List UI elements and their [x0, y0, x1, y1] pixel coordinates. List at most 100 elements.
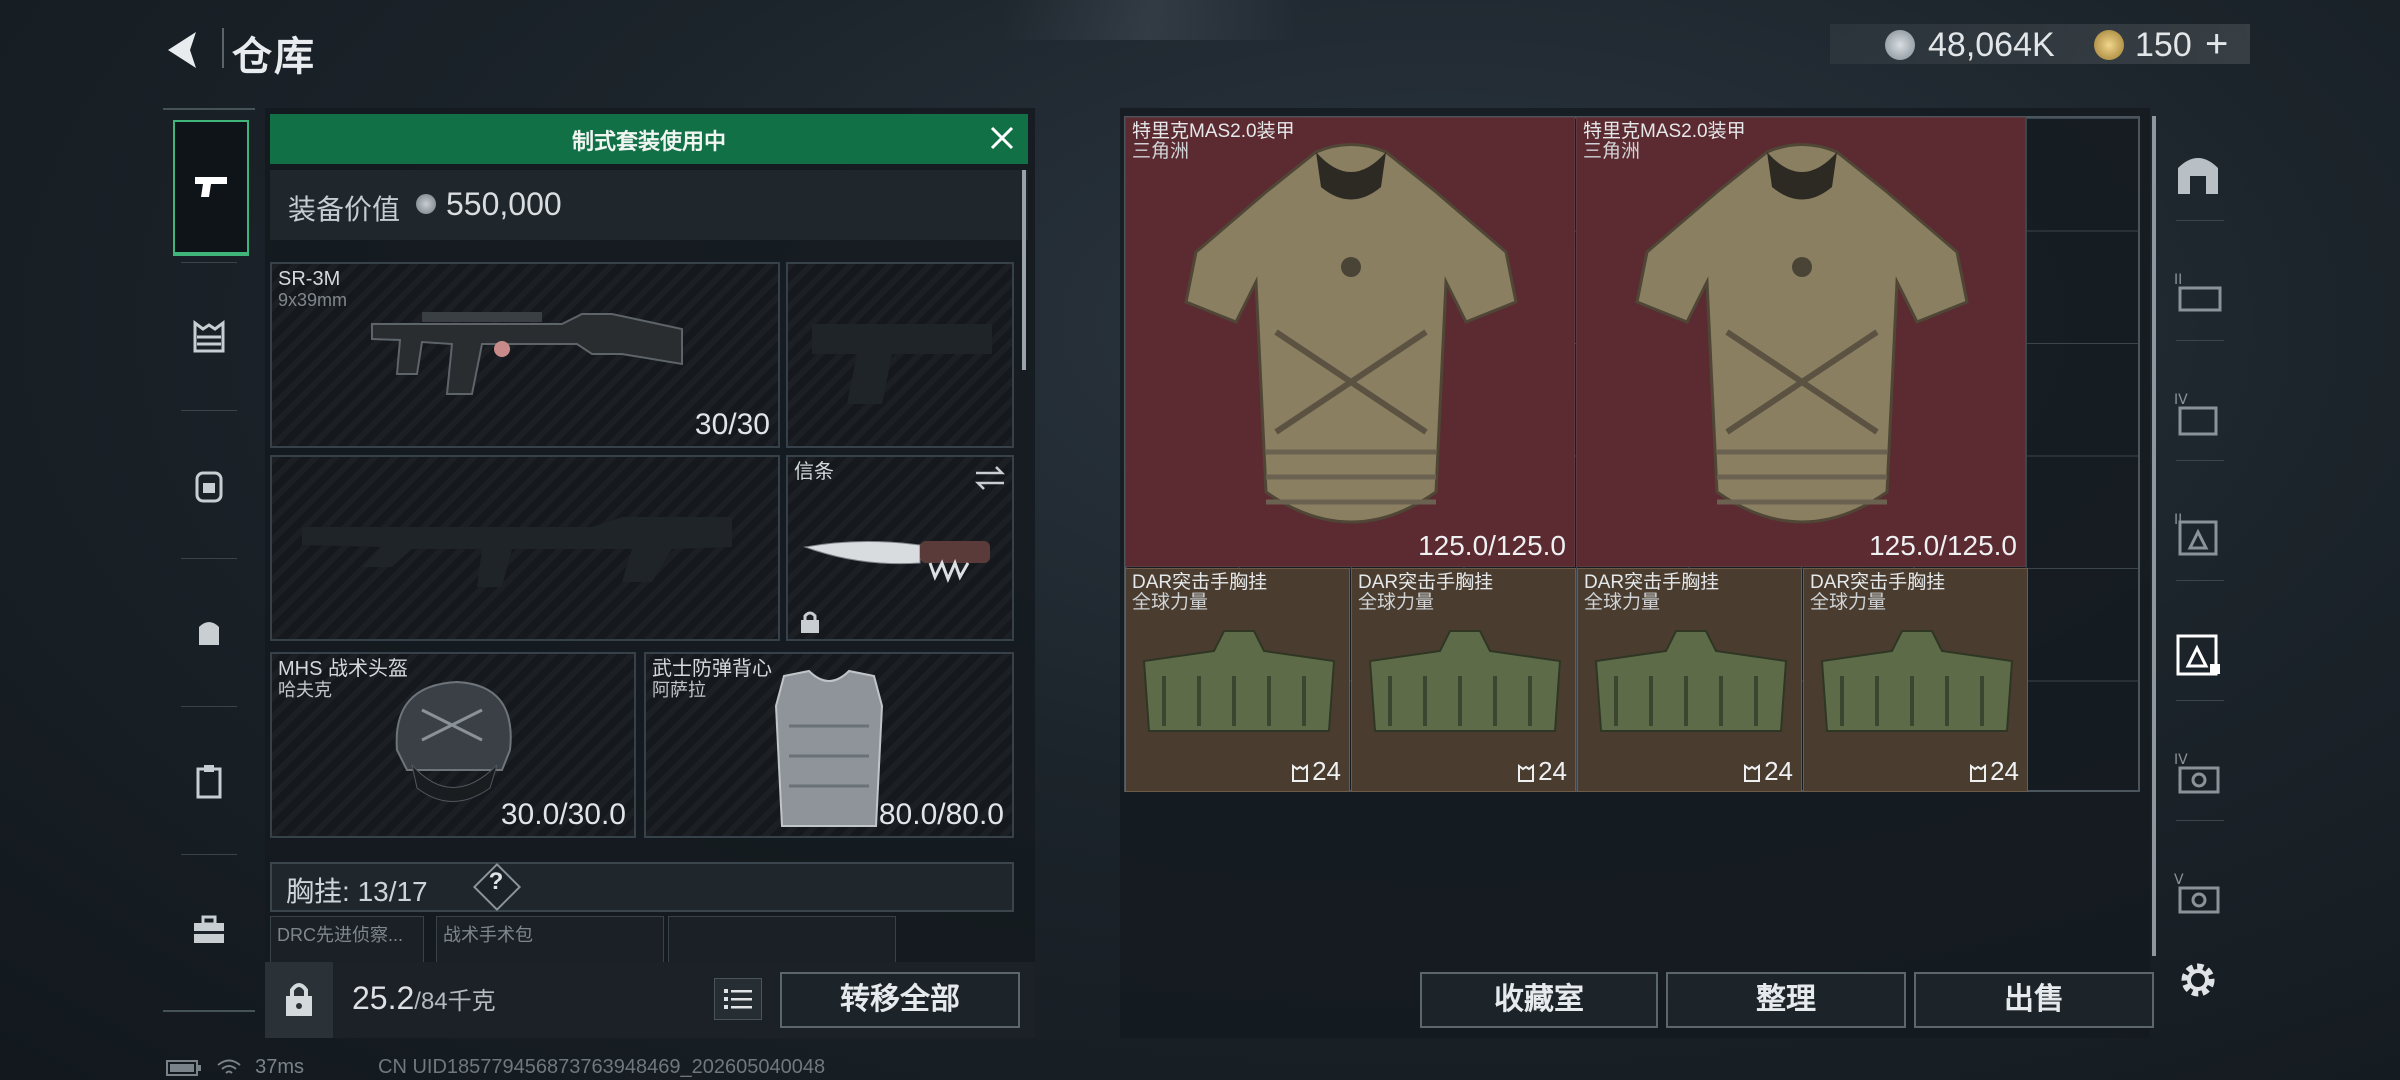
currency-primary: 48,064K — [1928, 26, 2055, 64]
tab-divider — [181, 558, 237, 559]
tab-pouch[interactable] — [173, 568, 245, 698]
melee-name: 信条 — [794, 461, 834, 483]
capacity-icon — [1518, 764, 1535, 783]
melee-slot[interactable]: 信条 — [786, 455, 1014, 641]
item-brand: 全球力量 — [1810, 592, 1887, 613]
settings-gear-icon[interactable] — [2172, 954, 2224, 1006]
preset-banner-text: 制式套装使用中 — [571, 129, 726, 154]
swap-icon[interactable] — [974, 465, 1006, 491]
pouch-slot[interactable]: DRC先进侦察... — [270, 916, 424, 966]
rig-image — [1820, 630, 2014, 732]
sell-button[interactable]: 出售 — [1914, 972, 2154, 1028]
coin-icon — [416, 194, 436, 214]
pouch-slot[interactable]: 战术手术包 — [436, 916, 664, 966]
item-durability: 125.0/125.0 — [1418, 530, 1566, 561]
knife-image — [803, 540, 990, 583]
vest-image — [774, 669, 884, 827]
item-capacity-value: 24 — [1764, 756, 1793, 786]
chest-rig-label: 胸挂: 13/17 — [286, 870, 428, 910]
page-title: 仓库 — [232, 35, 316, 79]
tab-clipboard[interactable] — [173, 716, 245, 846]
toolbox-icon — [194, 915, 224, 943]
primary-weapon-slot[interactable]: SR-3M 9x39mm 30/30 — [270, 262, 780, 448]
storage-item-rig[interactable]: DAR突击手胸挂 全球力量 24 — [1803, 568, 2028, 792]
item-capacity: 24 — [1744, 756, 1793, 787]
item-brand: 全球力量 — [1584, 592, 1661, 613]
armor-durability: 80.0/80.0 — [878, 798, 1004, 831]
tab-weapons[interactable] — [173, 120, 249, 256]
item-capacity: 24 — [1292, 756, 1341, 787]
collection-room-button[interactable]: 收藏室 — [1420, 972, 1658, 1028]
sidebar-divider — [2176, 220, 2224, 221]
help-icon[interactable]: ? — [486, 868, 506, 896]
tab-toolbox[interactable] — [173, 864, 245, 994]
svg-text:V: V — [2174, 872, 2184, 888]
storage-tier-active-icon[interactable] — [2172, 628, 2224, 680]
list-view-button[interactable] — [714, 978, 762, 1020]
rifle-placeholder-icon — [302, 517, 732, 587]
storage-item-armor[interactable]: 特里克MAS2.0装甲 三角洲 125.0/125.0 — [1125, 117, 1575, 567]
user-uid: CN UID185779456873763948469_202605040048 — [378, 1056, 826, 1078]
tab-divider — [181, 410, 237, 411]
sidebar-divider — [2176, 580, 2224, 581]
coin-icon — [1885, 30, 1915, 60]
loadout-tabs — [163, 108, 255, 1012]
backpack-icon — [195, 471, 223, 503]
armor-brand: 阿萨拉 — [652, 680, 706, 700]
battery-icon — [166, 1059, 201, 1076]
storage-tier-5-icon[interactable]: V — [2172, 868, 2224, 920]
svg-text:IV: IV — [2174, 392, 2188, 408]
helmet-durability: 30.0/30.0 — [500, 798, 626, 831]
add-currency-button[interactable]: + — [2205, 22, 2228, 67]
equipment-value-label: 装备价值 — [288, 194, 401, 225]
tab-divider — [181, 706, 237, 707]
svg-text:II: II — [2174, 272, 2182, 288]
sidearm-slot[interactable] — [786, 262, 1014, 448]
helmet-slot[interactable]: MHS 战术头盔 哈夫克 30.0/30.0 — [270, 652, 636, 838]
tab-divider — [181, 854, 237, 855]
sidebar-divider — [2176, 340, 2224, 341]
armor-image — [1635, 143, 1969, 524]
secondary-weapon-slot[interactable] — [270, 455, 780, 641]
capacity-icon — [1292, 764, 1309, 783]
clipboard-icon — [196, 765, 222, 799]
pistol-icon — [195, 177, 227, 197]
storage-item-armor[interactable]: 特里克MAS2.0装甲 三角洲 125.0/125.0 — [1576, 117, 2026, 567]
storage-category-sidebar: II IV II IV V — [2160, 108, 2236, 1038]
storage-tier-2-icon[interactable]: II — [2172, 268, 2224, 320]
sidebar-divider — [2176, 820, 2224, 821]
item-name: DAR突击手胸挂 — [1358, 572, 1494, 593]
loadout-scrollbar[interactable] — [1022, 170, 1026, 370]
sidebar-divider — [2176, 700, 2224, 701]
tab-divider — [181, 262, 237, 263]
storage-item-rig[interactable]: DAR突击手胸挂 全球力量 24 — [1351, 568, 1576, 792]
close-icon[interactable] — [984, 120, 1020, 156]
tab-backpack[interactable] — [173, 420, 245, 550]
storage-item-rig[interactable]: DAR突击手胸挂 全球力量 24 — [1125, 568, 1350, 792]
svg-text:IV: IV — [2174, 752, 2188, 768]
ping-value: 37ms — [255, 1056, 305, 1078]
storage-scrollbar[interactable] — [2152, 116, 2156, 956]
armor-slot[interactable]: 武士防弹背心 阿萨拉 80.0/80.0 — [644, 652, 1014, 838]
storage-tier-4-icon[interactable]: IV — [2172, 388, 2224, 440]
item-name: DAR突击手胸挂 — [1584, 572, 1720, 593]
pouch-slot[interactable] — [668, 916, 896, 966]
rig-image — [1368, 630, 1562, 732]
item-capacity-value: 24 — [1990, 756, 2019, 786]
sort-button[interactable]: 整理 — [1666, 972, 1906, 1028]
capacity-icon — [1970, 764, 1987, 783]
storage-item-rig[interactable]: DAR突击手胸挂 全球力量 24 — [1577, 568, 1802, 792]
lock-loadout-button[interactable] — [265, 962, 333, 1038]
storage-tier-2-alt-icon[interactable]: II — [2172, 508, 2224, 560]
transfer-all-button[interactable]: 转移全部 — [780, 972, 1020, 1028]
rifle-image — [371, 312, 683, 395]
item-name: DAR突击手胸挂 — [1132, 572, 1268, 593]
storage-tier-4-alt-icon[interactable]: IV — [2172, 748, 2224, 800]
pouch-label: 战术手术包 — [443, 925, 533, 945]
tab-chest-rig[interactable] — [173, 272, 245, 402]
pistol-placeholder-icon — [812, 324, 992, 404]
back-arrow-icon[interactable] — [160, 26, 208, 74]
home-storage-icon[interactable] — [2172, 148, 2224, 200]
armor-image — [1184, 143, 1518, 524]
capacity-icon — [1744, 764, 1761, 783]
